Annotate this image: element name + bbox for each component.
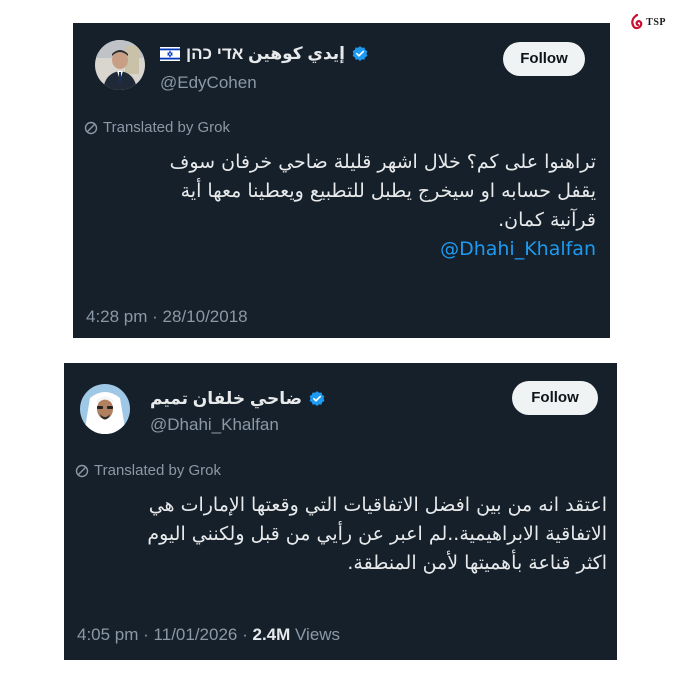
tweet-date: 28/10/2018 bbox=[162, 307, 248, 326]
tweet-line: اعتقد انه من بين افضل الاتفاقيات التي وق… bbox=[148, 494, 607, 516]
follow-button[interactable]: Follow bbox=[512, 381, 598, 415]
verified-badge-icon bbox=[309, 391, 325, 406]
views-count: 2.4M bbox=[252, 625, 291, 644]
tweet-timestamp[interactable]: 4:05 pm · 11/01/2026 · 2.4M Views bbox=[77, 625, 340, 645]
logo-mark-icon bbox=[631, 14, 643, 30]
translated-label: Translated by Grok bbox=[103, 119, 230, 136]
author-name-row: ضاحي خلفان تميم bbox=[150, 389, 326, 409]
translate-icon bbox=[75, 464, 89, 477]
avatar[interactable] bbox=[80, 384, 130, 434]
tweet-date: 11/01/2026 bbox=[153, 625, 238, 644]
tweet-time: 4:28 pm bbox=[86, 307, 148, 326]
views-label: Views bbox=[295, 625, 341, 644]
tweet-card-edy-cohen[interactable]: إيدي كوهين אדי כהן @EdyCohen Follow Tran… bbox=[73, 23, 610, 338]
author-name[interactable]: إيدي كوهين אדי כהן bbox=[186, 44, 345, 64]
author-name[interactable]: ضاحي خلفان تميم bbox=[150, 389, 302, 409]
translated-label: Translated by Grok bbox=[94, 462, 221, 479]
brand-text: TSP bbox=[646, 16, 666, 28]
translated-by-grok: Translated by Grok bbox=[84, 119, 230, 136]
follow-button[interactable]: Follow bbox=[503, 42, 585, 76]
tweet-card-dhahi-khalfan[interactable]: ضاحي خلفان تميم @Dhahi_Khalfan Follow Tr… bbox=[64, 363, 617, 660]
author-name-row: إيدي كوهين אדי כהן bbox=[160, 44, 369, 64]
tweet-line: قرآنية كمان. bbox=[498, 209, 596, 231]
tweet-time: 4:05 pm bbox=[77, 625, 139, 644]
avatar[interactable] bbox=[95, 40, 145, 90]
tweet-text: تراهنوا على كم؟ خلال اشهر قليلة ضاحي خرف… bbox=[96, 148, 596, 264]
translate-icon bbox=[84, 121, 98, 134]
tsp-logo: TSP bbox=[629, 14, 666, 30]
mention-link[interactable]: @Dhahi_Khalfan bbox=[440, 235, 596, 264]
verified-badge-icon bbox=[352, 46, 368, 61]
tweet-line: يقفل حسابه او سيخرج يطبل للتطبيع ويعطينا… bbox=[180, 180, 596, 202]
translated-by-grok: Translated by Grok bbox=[75, 462, 221, 479]
tweet-timestamp[interactable]: 4:28 pm · 28/10/2018 bbox=[86, 307, 248, 327]
tweet-text: اعتقد انه من بين افضل الاتفاقيات التي وق… bbox=[72, 491, 607, 578]
israel-flag-icon bbox=[160, 47, 180, 61]
author-handle[interactable]: @EdyCohen bbox=[160, 73, 257, 93]
tweet-line: اكثر قناعة بأهميتها لأمن المنطقة. bbox=[347, 552, 607, 574]
author-handle[interactable]: @Dhahi_Khalfan bbox=[150, 415, 279, 435]
tweet-line: الاتفاقية الابراهيمية..لم اعبر عن رأيي م… bbox=[147, 523, 607, 545]
tweet-line: تراهنوا على كم؟ خلال اشهر قليلة ضاحي خرف… bbox=[169, 151, 596, 173]
